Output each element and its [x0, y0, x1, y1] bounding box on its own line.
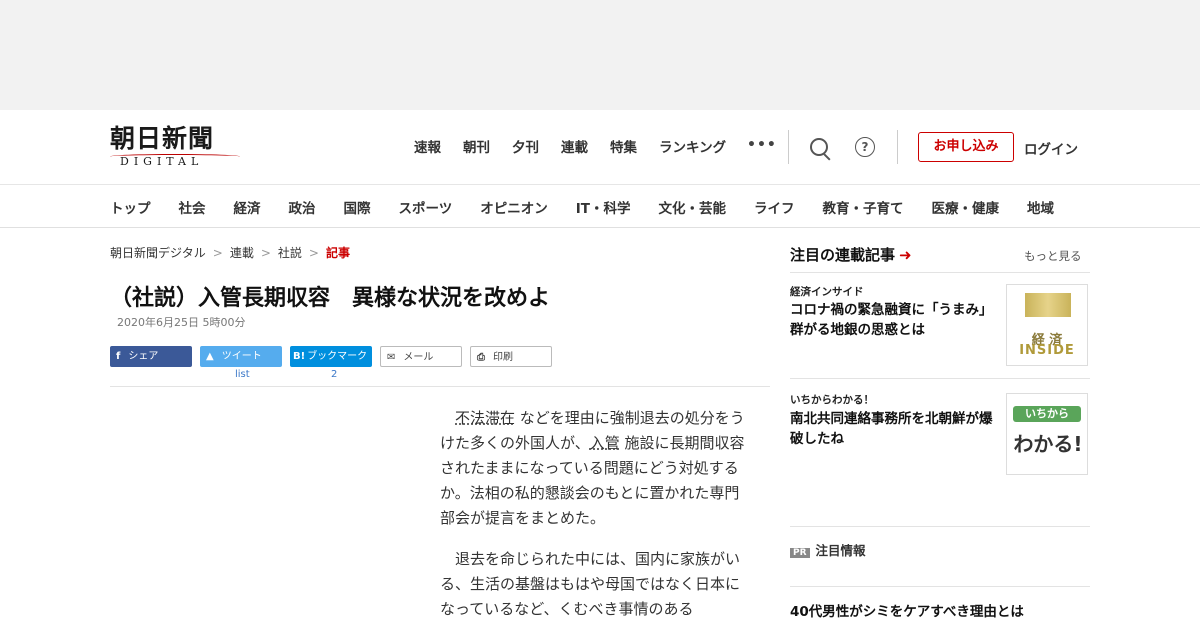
cat-sports[interactable]: スポーツ: [399, 197, 453, 217]
cat-opinion[interactable]: オピニオン: [480, 197, 548, 217]
item-title[interactable]: コロナ禍の緊急融資に「うまみ」 群がる地銀の思惑とは: [790, 300, 1000, 340]
cat-life[interactable]: ライフ: [754, 197, 795, 217]
ad-area: [0, 0, 1200, 110]
breadcrumb-home[interactable]: 朝日新聞デジタル: [110, 246, 206, 260]
hatena-count[interactable]: 2: [331, 369, 337, 380]
pr-item-title[interactable]: 40代男性がシミをケアすべき理由とは: [790, 600, 1024, 620]
nav-tokushu[interactable]: 特集: [610, 136, 637, 156]
facebook-icon: f: [116, 351, 121, 362]
twitter-count[interactable]: list: [235, 369, 250, 380]
login-link[interactable]: ログイン: [1024, 138, 1078, 158]
term-link-fuhotaizai[interactable]: 不法滞在: [455, 409, 515, 427]
breadcrumb-rensai[interactable]: 連載: [230, 246, 254, 260]
header-divider: [897, 130, 898, 164]
cat-shakai[interactable]: 社会: [179, 197, 206, 217]
article-body: 不法滞在 などを理由に強制退去の処分をうけた多くの外国人が、入管 施設に長期間収…: [440, 406, 750, 638]
search-icon[interactable]: [810, 138, 828, 156]
breadcrumb: 朝日新聞デジタル > 連載 > 社説 > 記事: [110, 244, 350, 261]
logo-jp: 朝日新聞: [110, 124, 215, 153]
hatena-bookmark-button[interactable]: B! ブックマーク: [290, 346, 372, 367]
cat-kyoiku[interactable]: 教育・子育て: [822, 197, 903, 217]
facebook-share-label: シェア: [128, 351, 159, 362]
item-category[interactable]: 経済インサイド: [790, 284, 864, 299]
cat-bunka[interactable]: 文化・芸能: [658, 197, 726, 217]
pr-badge: PR: [790, 548, 810, 558]
arrow-right-icon: ➜: [899, 246, 912, 264]
breadcrumb-sep: >: [212, 246, 223, 260]
pr-label: 注目情報: [815, 543, 866, 558]
subscribe-button[interactable]: お申し込み: [918, 132, 1014, 162]
top-nav: 速報 朝刊 夕刊 連載 特集 ランキング: [414, 136, 748, 156]
item-category[interactable]: いちからわかる！: [790, 392, 874, 407]
article-paragraph: 退去を命じられた中には、国内に家族がいる、生活の基盤はもはや母国ではなく日本にな…: [440, 550, 741, 618]
category-nav: トップ 社会 経済 政治 国際 スポーツ オピニオン IT・科学 文化・芸能 ラ…: [0, 185, 1200, 228]
thumb-text: INSIDE: [1019, 343, 1075, 358]
mail-label: メール: [403, 352, 434, 363]
nav-yukan[interactable]: 夕刊: [512, 136, 539, 156]
header-divider: [788, 130, 789, 164]
ichikara-wakaru-thumbnail[interactable]: いちから わかる!: [1006, 393, 1088, 475]
help-icon[interactable]: ?: [855, 137, 875, 157]
logo-arc: [110, 154, 240, 159]
sidebar-divider: [790, 526, 1090, 527]
nav-rensai[interactable]: 連載: [561, 136, 588, 156]
sidebar-divider: [790, 378, 1090, 379]
keizai-inside-thumbnail[interactable]: 経 済 INSIDE: [1006, 284, 1088, 366]
article-title: （社説）入管長期収容 異様な状況を改めよ: [110, 286, 551, 311]
twitter-share-label: ツイート: [221, 351, 262, 362]
thumb-text: いちから: [1013, 406, 1081, 422]
twitter-share-button[interactable]: ▲ ツイート: [200, 346, 282, 367]
more-link[interactable]: もっと見る: [1024, 248, 1082, 264]
cat-it[interactable]: IT・科学: [576, 197, 631, 217]
item-title[interactable]: 南北共同連絡事務所を北朝鮮が爆破したね: [790, 409, 1000, 449]
cat-iryo[interactable]: 医療・健康: [931, 197, 999, 217]
cat-top[interactable]: トップ: [110, 197, 151, 217]
site-header: 朝日新聞 DIGITAL 速報 朝刊 夕刊 連載 特集 ランキング ••• ? …: [0, 110, 1200, 185]
print-icon: ⎙: [477, 352, 485, 363]
sidebar-divider: [790, 272, 1090, 273]
breadcrumb-sep: >: [260, 246, 271, 260]
cat-seiji[interactable]: 政治: [289, 197, 316, 217]
mail-icon: ✉: [387, 352, 396, 363]
sidebar-heading-text: 注目の連載記事: [790, 246, 896, 264]
print-label: 印刷: [493, 352, 513, 363]
breadcrumb-shasetsu[interactable]: 社説: [278, 246, 302, 260]
article-date: 2020年6月25日 5時00分: [117, 316, 246, 329]
more-menu-icon[interactable]: •••: [747, 137, 777, 153]
sidebar-heading[interactable]: 注目の連載記事 ➜: [790, 244, 912, 265]
thumb-text: わかる!: [1013, 432, 1083, 456]
nav-sokuho[interactable]: 速報: [414, 136, 441, 156]
breadcrumb-sep: >: [308, 246, 319, 260]
breadcrumb-current: 記事: [325, 246, 350, 260]
nav-chokan[interactable]: 朝刊: [463, 136, 490, 156]
share-divider: [110, 386, 770, 387]
sidebar-divider: [790, 586, 1090, 587]
article-paragraph: 不法滞在 などを理由に強制退去の処分をうけた多くの外国人が、入管 施設に長期間収…: [440, 406, 750, 531]
nav-ranking[interactable]: ランキング: [659, 136, 726, 156]
print-button[interactable]: ⎙ 印刷: [470, 346, 552, 367]
term-link-nyukan[interactable]: 入管: [590, 434, 620, 452]
cat-keizai[interactable]: 経済: [234, 197, 261, 217]
pr-section-label: PR 注目情報: [790, 540, 866, 559]
facebook-share-button[interactable]: f シェア: [110, 346, 192, 367]
cat-kokusai[interactable]: 国際: [344, 197, 371, 217]
chart-graphic-icon: [1025, 293, 1071, 317]
twitter-bird-icon: ▲: [206, 351, 214, 362]
asahi-logo[interactable]: 朝日新聞 DIGITAL: [110, 124, 245, 168]
hatena-label: ブックマーク: [307, 351, 368, 362]
cat-chiiki[interactable]: 地域: [1027, 197, 1054, 217]
mail-button[interactable]: ✉ メール: [380, 346, 462, 367]
hatena-icon: B!: [293, 351, 306, 362]
